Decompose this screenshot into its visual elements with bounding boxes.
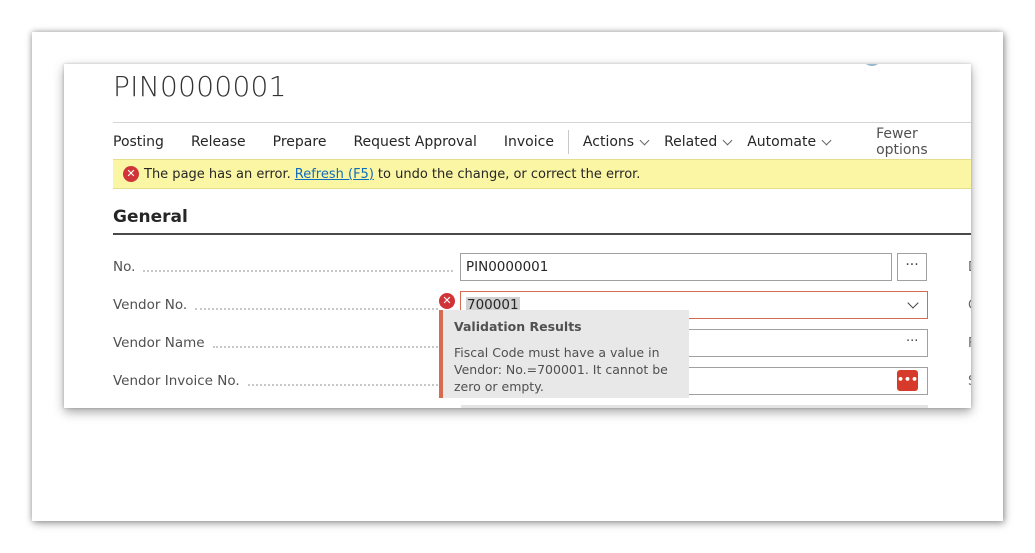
action-invoice[interactable]: Invoice: [504, 134, 554, 150]
section-title-general[interactable]: General: [113, 207, 188, 227]
vendor-name-lookup-button[interactable]: ···: [906, 334, 918, 349]
right-column-label: F: [968, 336, 971, 351]
no-lookup-button[interactable]: ···: [897, 253, 927, 281]
purchase-invoice-window: PIN0000001 Posting Release Prepare Reque…: [64, 64, 971, 408]
menu-automate[interactable]: Automate: [747, 134, 832, 150]
vendor-invoice-no-ellipsis-button[interactable]: •••: [897, 370, 918, 391]
label-dots: [212, 345, 438, 348]
action-prepare[interactable]: Prepare: [273, 134, 327, 150]
validation-message: Fiscal Code must have a value in Vendor:…: [454, 345, 668, 394]
no-input[interactable]: PIN0000001: [460, 253, 892, 281]
label-text: Vendor Name: [113, 335, 205, 351]
right-column-label: C: [968, 298, 971, 313]
label-text: Vendor Invoice No.: [113, 373, 240, 389]
action-request-approval[interactable]: Request Approval: [353, 134, 476, 150]
menu-actions-label: Actions: [582, 134, 635, 150]
label-dots: [247, 383, 438, 386]
refresh-link[interactable]: Refresh (F5): [295, 167, 374, 182]
field-label-no: No.: [113, 257, 453, 277]
menu-actions[interactable]: Actions: [582, 134, 650, 150]
section-divider: [113, 233, 971, 235]
chevron-down-icon: [639, 135, 650, 145]
right-column-label: D: [968, 260, 971, 275]
chevron-down-icon[interactable]: [907, 297, 919, 309]
chevron-down-icon: [821, 135, 832, 145]
partial-circle-icon: [862, 64, 882, 66]
page-title: PIN0000001: [113, 70, 287, 103]
error-banner: ✕ The page has an error. Refresh (F5) to…: [113, 159, 971, 189]
menu-related-label: Related: [664, 134, 718, 150]
chevron-down-icon: [722, 135, 733, 145]
label-text: No.: [113, 259, 136, 275]
menu-related[interactable]: Related: [664, 134, 733, 150]
action-bar: Posting Release Prepare Request Approval…: [113, 122, 971, 161]
label-dots: [195, 307, 438, 310]
field-label-vendor-no: Vendor No.: [113, 295, 438, 315]
right-column-label: S: [968, 374, 971, 389]
label-text: Vendor No.: [113, 297, 188, 313]
action-posting[interactable]: Posting: [113, 134, 164, 150]
action-release[interactable]: Release: [191, 134, 246, 150]
validation-results-popup: Validation Results Fiscal Code must have…: [439, 310, 689, 398]
error-text-before: The page has an error.: [144, 166, 291, 182]
label-dots: [143, 269, 453, 272]
fewer-options-button[interactable]: Fewer options: [876, 126, 971, 158]
error-icon: ✕: [123, 166, 139, 182]
validation-title: Validation Results: [454, 319, 582, 334]
action-separator: [567, 130, 569, 154]
field-label-vendor-invoice-no: Vendor Invoice No.: [113, 371, 438, 391]
menu-automate-label: Automate: [747, 134, 817, 150]
field-label-vendor-name: Vendor Name: [113, 333, 438, 353]
field-error-icon[interactable]: ✕: [439, 293, 455, 309]
error-text-after: to undo the change, or correct the error…: [377, 166, 641, 182]
partial-next-field: [461, 405, 928, 408]
